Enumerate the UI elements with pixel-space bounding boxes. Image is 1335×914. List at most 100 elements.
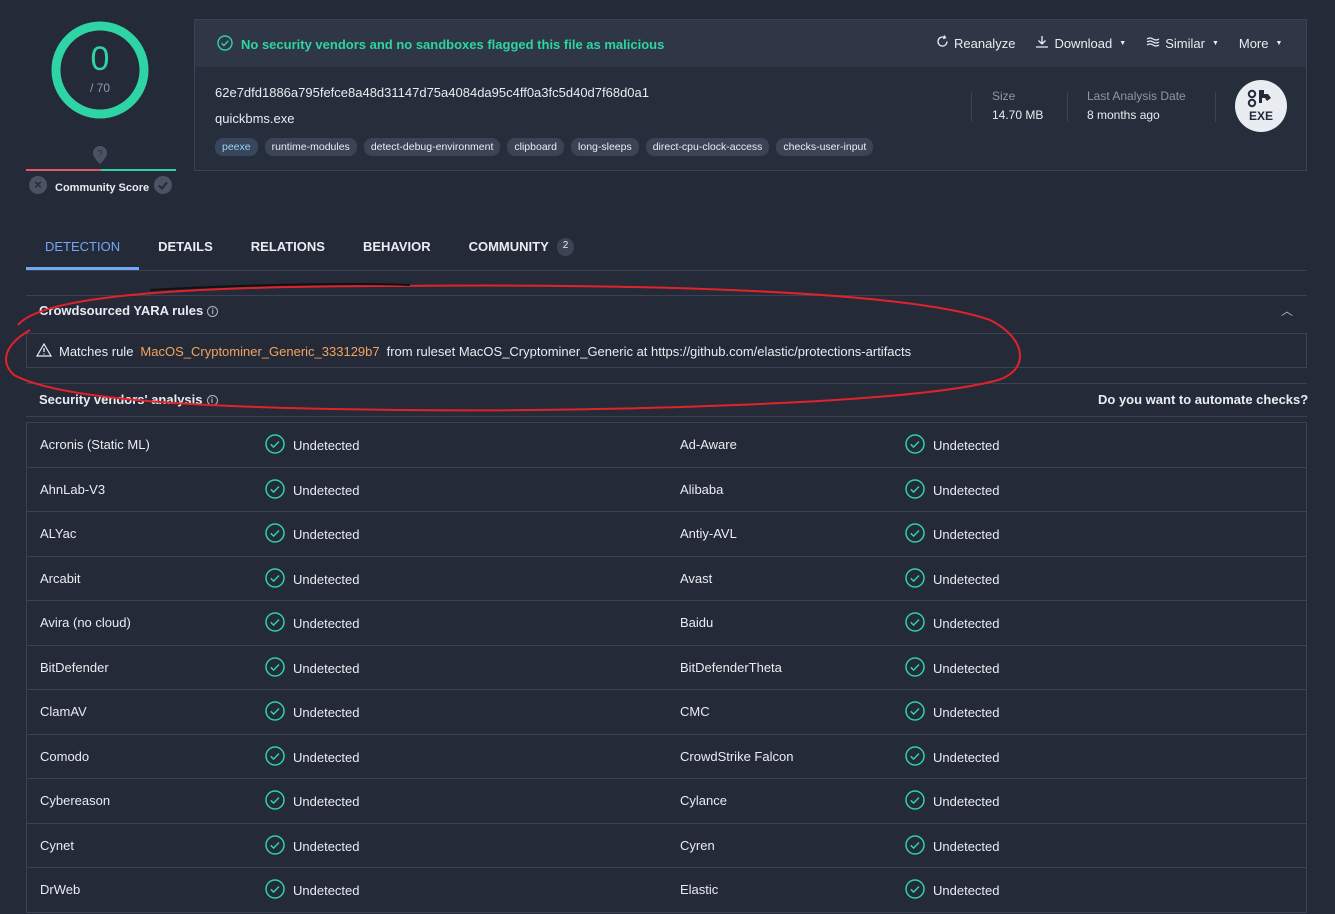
vendor-result: Undetected — [265, 478, 360, 502]
result-text: Undetected — [293, 705, 360, 720]
result-text: Undetected — [293, 616, 360, 631]
check-circle-icon — [265, 478, 285, 502]
check-circle-icon — [265, 567, 285, 591]
vendor-result: Undetected — [905, 523, 1000, 546]
vote-harmless-icon[interactable] — [154, 176, 172, 194]
vendor-result: Undetected — [905, 701, 1000, 724]
check-circle-icon — [265, 612, 285, 635]
size-label: Size — [992, 89, 1016, 103]
last-analysis-value: 8 months ago — [1087, 108, 1160, 122]
exe-file-icon — [1235, 80, 1287, 132]
community-count-badge: 2 — [556, 238, 575, 256]
community-score-label: Community Score — [55, 182, 150, 194]
vendor-name: ClamAV — [40, 704, 87, 719]
result-text: Undetected — [933, 527, 1000, 542]
result-text: Undetected — [933, 838, 1000, 854]
vendor-name: Avira (no cloud) — [40, 615, 131, 630]
tab-details[interactable]: DETAILS — [139, 225, 232, 270]
result-text: Undetected — [293, 438, 360, 453]
verdict-text: No security vendors and no sandboxes fla… — [241, 37, 665, 52]
table-row: DrWeb Undetected Elastic Undetected — [27, 868, 1306, 913]
check-circle-icon — [905, 656, 925, 680]
tag[interactable]: long-sleeps — [571, 138, 639, 156]
table-row: ClamAV Undetected CMC Undetected — [27, 690, 1306, 735]
vendor-name: Arcabit — [40, 570, 81, 586]
check-circle-icon — [905, 434, 925, 457]
vendor-name: Antiy-AVL — [680, 526, 737, 541]
check-circle-icon — [265, 656, 285, 680]
detection-score-ring: 0 / 70 — [50, 20, 150, 120]
reanalyze-button[interactable]: Reanalyze — [936, 35, 1015, 51]
vendor-name: AhnLab-V3 — [40, 481, 106, 497]
vendor-name: CrowdStrike Falcon — [680, 748, 794, 764]
vendor-result: Undetected — [265, 879, 360, 902]
vendor-name: Cybereason — [40, 793, 111, 808]
file-tags: peexe runtime-modules detect-debug-envir… — [215, 138, 874, 156]
check-circle-icon — [905, 523, 925, 546]
table-row: Comodo Undetected CrowdStrike Falcon Undete… — [27, 735, 1306, 779]
check-circle-icon — [265, 790, 285, 813]
check-circle-icon — [905, 745, 925, 769]
community-question-icon: ? — [92, 146, 108, 164]
vendor-name: Comodo — [40, 748, 90, 764]
similar-icon — [1146, 36, 1160, 51]
chevron-down-icon: ▼ — [1119, 39, 1127, 47]
similar-button[interactable]: Similar ▼ — [1146, 35, 1219, 51]
check-circle-icon — [905, 478, 925, 502]
vendor-name: Cylance — [680, 793, 727, 808]
vendor-name: BitDefender — [40, 659, 109, 675]
tag[interactable]: clipboard — [507, 138, 565, 156]
chevron-up-icon[interactable]: ︿ — [1281, 302, 1293, 319]
vendor-name: Avast — [680, 570, 713, 586]
result-text: Undetected — [933, 616, 1000, 631]
vendor-result: Undetected — [265, 434, 360, 457]
check-circle-icon — [905, 879, 925, 902]
vendor-result: Undetected — [905, 656, 1000, 680]
tag[interactable]: detect-debug-environment — [363, 138, 501, 156]
svg-text:?: ? — [97, 149, 102, 159]
tab-behavior[interactable]: BEHAVIOR — [344, 225, 450, 270]
file-type-label: EXE — [1248, 109, 1273, 123]
result-text: Undetected — [293, 749, 360, 765]
vendors-table: Acronis (Static ML) Undetected Ad-Aware Und… — [26, 422, 1307, 913]
tab-relations[interactable]: RELATIONS — [232, 225, 344, 270]
vendor-name: Acronis (Static ML) — [40, 437, 150, 452]
download-icon — [1035, 35, 1049, 51]
check-circle-icon — [265, 434, 285, 457]
more-button[interactable]: More ▼ — [1239, 35, 1283, 51]
check-circle-icon — [265, 879, 285, 902]
vote-harmful-icon[interactable]: × — [29, 176, 47, 194]
tag[interactable]: checks-user-input — [776, 138, 874, 156]
result-text: Undetected — [933, 660, 1000, 676]
vendor-name: BitDefenderTheta — [680, 659, 782, 675]
check-circle-icon — [905, 567, 925, 591]
result-text: Undetected — [293, 527, 360, 542]
tag[interactable]: runtime-modules — [264, 138, 357, 156]
vendor-result: Undetected — [265, 523, 360, 546]
red-annotation-ellipse — [5, 283, 1021, 412]
last-analysis-label: Last Analysis Date — [1087, 89, 1186, 103]
check-circle-icon — [905, 834, 925, 858]
result-text: Undetected — [293, 660, 360, 676]
check-circle-icon — [265, 523, 285, 546]
chevron-down-icon: ▼ — [1275, 39, 1283, 47]
tab-community[interactable]: COMMUNITY 2 — [450, 225, 594, 270]
vendor-result: Undetected — [265, 656, 360, 680]
result-text: Undetected — [933, 749, 1000, 765]
result-text: Undetected — [933, 438, 1000, 453]
vendor-result: Undetected — [905, 879, 1000, 902]
table-row: Arcabit Undetected Avast Undetected — [27, 557, 1306, 601]
tag[interactable]: peexe — [215, 138, 258, 156]
verdict: No security vendors and no sandboxes fla… — [217, 35, 664, 54]
download-button[interactable]: Download ▼ — [1035, 35, 1126, 51]
automate-checks-link[interactable]: Do you want to automate checks? — [1098, 392, 1308, 407]
check-circle-icon — [265, 701, 285, 724]
file-hash[interactable]: 62e7dfd1886a795fefce8a48d31147d75a4084da… — [215, 85, 649, 100]
result-text: Undetected — [293, 571, 360, 587]
tab-detection[interactable]: DETECTION — [26, 225, 140, 270]
table-row: Acronis (Static ML) Undetected Ad-Aware Und… — [27, 423, 1306, 468]
table-row: BitDefender Undetected BitDefenderTheta Und… — [27, 646, 1306, 690]
detection-total: / 70 — [89, 81, 110, 95]
tag[interactable]: direct-cpu-clock-access — [645, 138, 770, 156]
table-row: Cybereason Undetected Cylance Undetected — [27, 779, 1306, 824]
